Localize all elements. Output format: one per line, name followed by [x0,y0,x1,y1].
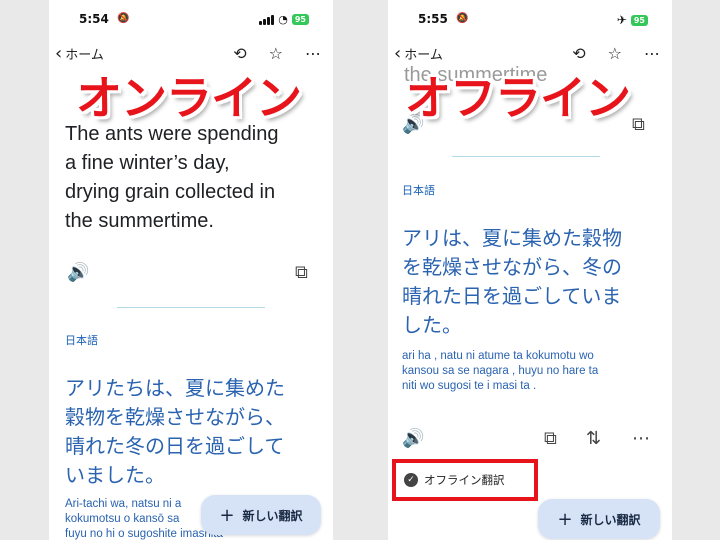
back-label: ホーム [404,48,443,63]
bell-muted-icon: 🔕 [456,13,469,24]
copy-icon[interactable]: ⧉ [295,262,308,283]
overlay-title-offline: オフライン [405,71,631,125]
status-bar: 5:55 🔕 ✈ 95 [388,12,672,30]
target-language-label: 日本語 [402,185,435,197]
speaker-icon[interactable]: 🔊 [402,428,424,449]
plus-icon: + [557,508,573,530]
divider [452,156,600,157]
translation-text: アリは、夏に集めた穀物 を乾燥させながら、冬の 晴れた日を過ごしていま した。 [402,226,622,337]
status-time: 5:54 [79,12,109,26]
battery-indicator: 95 [291,14,309,25]
more-icon[interactable]: ⋯ [305,44,321,63]
overlay-title-online: オンライン [76,71,302,125]
history-icon[interactable]: ⟲ [233,44,246,63]
back-button[interactable]: ‹ ホーム [394,44,443,63]
check-icon: ✓ [404,473,418,487]
more-icon[interactable]: ⋯ [632,428,650,449]
more-icon[interactable]: ⋯ [644,44,660,63]
divider [117,307,265,308]
new-translation-button[interactable]: + 新しい翻訳 [201,495,321,535]
target-language-label: 日本語 [65,335,98,347]
status-time: 5:55 [418,12,448,26]
star-icon[interactable]: ☆ [608,44,622,63]
signal-icon [259,14,275,25]
copy-icon[interactable]: ⧉ [544,428,557,449]
airplane-icon: ✈ [616,13,627,27]
plus-icon: + [219,504,235,526]
wifi-icon: ◔ [278,13,288,26]
offline-translation-badge: ✓ オフライン翻訳 [392,459,538,501]
feedback-icon[interactable]: ⇅ [586,428,601,449]
new-translation-button[interactable]: + 新しい翻訳 [538,499,660,539]
copy-icon[interactable]: ⧉ [632,114,645,135]
bell-muted-icon: 🔕 [117,13,130,24]
back-label: ホーム [65,48,104,63]
back-chevron-icon: ‹ [394,42,402,64]
offline-badge-label: オフライン翻訳 [424,473,505,487]
translation-text: アリたちは、夏に集めた 穀物を乾燥させながら、 晴れた冬の日を過ごして いました… [65,376,285,487]
battery-indicator: 95 [630,14,648,26]
back-button[interactable]: ‹ ホーム [55,44,104,63]
romanization-text: ari ha , natu ni atume ta kokumotu wo ka… [402,350,599,392]
source-text: The ants were spending a fine winter’s d… [65,123,279,232]
status-bar: 5:54 🔕 ◔ 95 [49,12,333,30]
star-icon[interactable]: ☆ [269,44,283,63]
history-icon[interactable]: ⟲ [572,44,585,63]
speaker-icon[interactable]: 🔊 [67,262,89,283]
back-chevron-icon: ‹ [55,42,63,64]
